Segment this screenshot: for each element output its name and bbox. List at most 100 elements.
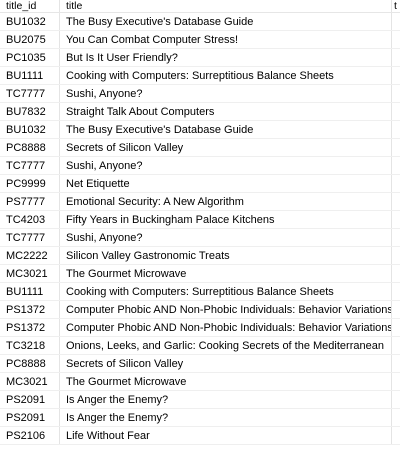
header-row: title_id title t: [0, 0, 400, 13]
cell-title-id[interactable]: PS1372: [0, 301, 60, 318]
cell-title-id[interactable]: PC8888: [0, 355, 60, 372]
table-row[interactable]: PS2091 Is Anger the Enemy?: [0, 391, 400, 409]
cell-title[interactable]: You Can Combat Computer Stress!: [60, 31, 392, 48]
cell-title-id[interactable]: BU7832: [0, 103, 60, 120]
cell-title-id[interactable]: TC7777: [0, 229, 60, 246]
cell-title-id[interactable]: BU2075: [0, 31, 60, 48]
table-row[interactable]: PC9999 Net Etiquette: [0, 175, 400, 193]
cell-title[interactable]: Secrets of Silicon Valley: [60, 355, 392, 372]
table-row[interactable]: BU1111 Cooking with Computers: Surreptiti…: [0, 283, 400, 301]
column-header-title[interactable]: title: [60, 0, 392, 12]
cell-title[interactable]: Computer Phobic AND Non-Phobic Individua…: [60, 301, 392, 318]
cell-title[interactable]: Is Anger the Enemy?: [60, 391, 392, 408]
cell-title[interactable]: The Busy Executive's Database Guide: [60, 13, 392, 30]
cell-truncated: [392, 121, 400, 138]
cell-title-id[interactable]: TC3218: [0, 337, 60, 354]
cell-title-id[interactable]: PC8888: [0, 139, 60, 156]
table-row[interactable]: PC8888 Secrets of Silicon Valley: [0, 139, 400, 157]
table-row[interactable]: BU1111 Cooking with Computers: Surreptiti…: [0, 67, 400, 85]
table-row[interactable]: TC7777 Sushi, Anyone?: [0, 157, 400, 175]
cell-title[interactable]: Silicon Valley Gastronomic Treats: [60, 247, 392, 264]
cell-title-id[interactable]: TC4203: [0, 211, 60, 228]
cell-title-id[interactable]: PC9999: [0, 175, 60, 192]
cell-title[interactable]: Sushi, Anyone?: [60, 229, 392, 246]
table-row[interactable]: MC3021 The Gourmet Microwave: [0, 265, 400, 283]
cell-title-id[interactable]: PC1035: [0, 49, 60, 66]
table-row[interactable]: MC2222 Silicon Valley Gastronomic Treats: [0, 247, 400, 265]
cell-title-id[interactable]: MC3021: [0, 265, 60, 282]
cell-title[interactable]: Cooking with Computers: Surreptitious Ba…: [60, 67, 392, 84]
table-row[interactable]: PS1372 Computer Phobic AND Non-Phobic Ind…: [0, 319, 400, 337]
cell-title[interactable]: Cooking with Computers: Surreptitious Ba…: [60, 283, 392, 300]
cell-title-id[interactable]: MC3021: [0, 373, 60, 390]
cell-title-id[interactable]: PS1372: [0, 319, 60, 336]
cell-truncated: [392, 211, 400, 228]
cell-title[interactable]: The Gourmet Microwave: [60, 373, 392, 390]
cell-title[interactable]: Computer Phobic AND Non-Phobic Individua…: [60, 319, 392, 336]
table-row[interactable]: BU7832 Straight Talk About Computers: [0, 103, 400, 121]
cell-title-id[interactable]: BU1111: [0, 67, 60, 84]
rows-container: BU1032 The Busy Executive's Database Guid…: [0, 13, 400, 445]
results-grid: title_id title t BU1032 The Busy Executiv…: [0, 0, 400, 451]
cell-truncated: [392, 157, 400, 174]
cell-title-id[interactable]: PS7777: [0, 193, 60, 210]
cell-title-id[interactable]: BU1111: [0, 283, 60, 300]
cell-title[interactable]: Is Anger the Enemy?: [60, 409, 392, 426]
cell-truncated: [392, 67, 400, 84]
cell-title[interactable]: Emotional Security: A New Algorithm: [60, 193, 392, 210]
cell-title[interactable]: The Gourmet Microwave: [60, 265, 392, 282]
cell-truncated: [392, 409, 400, 426]
cell-truncated: [392, 229, 400, 246]
table-row[interactable]: MC3021 The Gourmet Microwave: [0, 373, 400, 391]
cell-title[interactable]: Life Without Fear: [60, 427, 392, 444]
cell-truncated: [392, 427, 400, 444]
cell-truncated: [392, 175, 400, 192]
cell-title-id[interactable]: PS2091: [0, 409, 60, 426]
cell-title-id[interactable]: TC7777: [0, 157, 60, 174]
table-row[interactable]: PS1372 Computer Phobic AND Non-Phobic Ind…: [0, 301, 400, 319]
cell-title[interactable]: Sushi, Anyone?: [60, 85, 392, 102]
cell-truncated: [392, 139, 400, 156]
table-row[interactable]: PC1035 But Is It User Friendly?: [0, 49, 400, 67]
cell-title[interactable]: Onions, Leeks, and Garlic: Cooking Secre…: [60, 337, 392, 354]
table-row[interactable]: BU1032 The Busy Executive's Database Guid…: [0, 13, 400, 31]
table-row[interactable]: PS2106 Life Without Fear: [0, 427, 400, 445]
table-row[interactable]: BU1032 The Busy Executive's Database Guid…: [0, 121, 400, 139]
table-row[interactable]: PC8888 Secrets of Silicon Valley: [0, 355, 400, 373]
cell-title[interactable]: The Busy Executive's Database Guide: [60, 121, 392, 138]
cell-title[interactable]: Secrets of Silicon Valley: [60, 139, 392, 156]
cell-truncated: [392, 283, 400, 300]
cell-truncated: [392, 355, 400, 372]
cell-truncated: [392, 193, 400, 210]
table-row[interactable]: TC3218 Onions, Leeks, and Garlic: Cooking…: [0, 337, 400, 355]
table-row[interactable]: TC7777 Sushi, Anyone?: [0, 229, 400, 247]
cell-title-id[interactable]: BU1032: [0, 13, 60, 30]
cell-truncated: [392, 301, 400, 318]
cell-truncated: [392, 265, 400, 282]
cell-truncated: [392, 319, 400, 336]
cell-title[interactable]: Straight Talk About Computers: [60, 103, 392, 120]
cell-truncated: [392, 85, 400, 102]
cell-truncated: [392, 373, 400, 390]
cell-title-id[interactable]: PS2091: [0, 391, 60, 408]
cell-truncated: [392, 49, 400, 66]
cell-title-id[interactable]: MC2222: [0, 247, 60, 264]
cell-truncated: [392, 247, 400, 264]
cell-truncated: [392, 391, 400, 408]
cell-title-id[interactable]: PS2106: [0, 427, 60, 444]
cell-title[interactable]: But Is It User Friendly?: [60, 49, 392, 66]
table-row[interactable]: TC7777 Sushi, Anyone?: [0, 85, 400, 103]
cell-title[interactable]: Sushi, Anyone?: [60, 157, 392, 174]
table-row[interactable]: BU2075 You Can Combat Computer Stress!: [0, 31, 400, 49]
table-row[interactable]: PS7777 Emotional Security: A New Algorith…: [0, 193, 400, 211]
table-row[interactable]: PS2091 Is Anger the Enemy?: [0, 409, 400, 427]
column-header-truncated[interactable]: t: [392, 0, 400, 12]
table-row[interactable]: TC4203 Fifty Years in Buckingham Palace K…: [0, 211, 400, 229]
column-header-title-id[interactable]: title_id: [0, 0, 60, 12]
cell-title[interactable]: Fifty Years in Buckingham Palace Kitchen…: [60, 211, 392, 228]
cell-truncated: [392, 337, 400, 354]
cell-truncated: [392, 13, 400, 30]
cell-title-id[interactable]: BU1032: [0, 121, 60, 138]
cell-title-id[interactable]: TC7777: [0, 85, 60, 102]
cell-title[interactable]: Net Etiquette: [60, 175, 392, 192]
